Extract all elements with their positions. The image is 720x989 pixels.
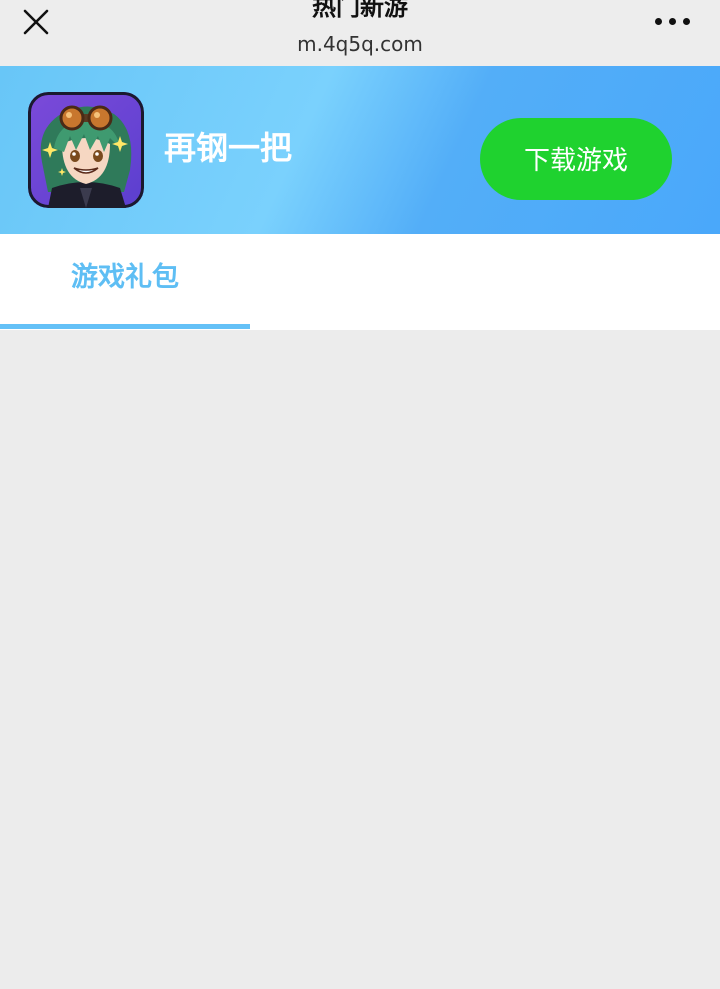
app-banner: 再钢一把 下载游戏 <box>0 66 720 234</box>
active-tab-indicator <box>0 324 250 329</box>
tab-bar: 游戏礼包 <box>0 234 720 330</box>
tab-game-gifts[interactable]: 游戏礼包 <box>0 234 250 330</box>
download-game-button[interactable]: 下载游戏 <box>480 118 672 200</box>
app-name: 再钢一把 <box>164 129 293 167</box>
app-icon[interactable] <box>28 92 144 208</box>
game-character-icon <box>28 92 144 208</box>
content-area <box>0 330 720 989</box>
page-title: 热门新游 <box>312 0 408 21</box>
close-icon <box>23 9 49 35</box>
close-button[interactable] <box>18 4 54 40</box>
tab-label: 游戏礼包 <box>71 262 179 293</box>
title-area: 热门新游 m.4q5q.com <box>0 0 720 66</box>
more-button[interactable] <box>654 12 690 32</box>
top-bar: 热门新游 m.4q5q.com <box>0 0 720 66</box>
page-url: m.4q5q.com <box>297 32 423 56</box>
